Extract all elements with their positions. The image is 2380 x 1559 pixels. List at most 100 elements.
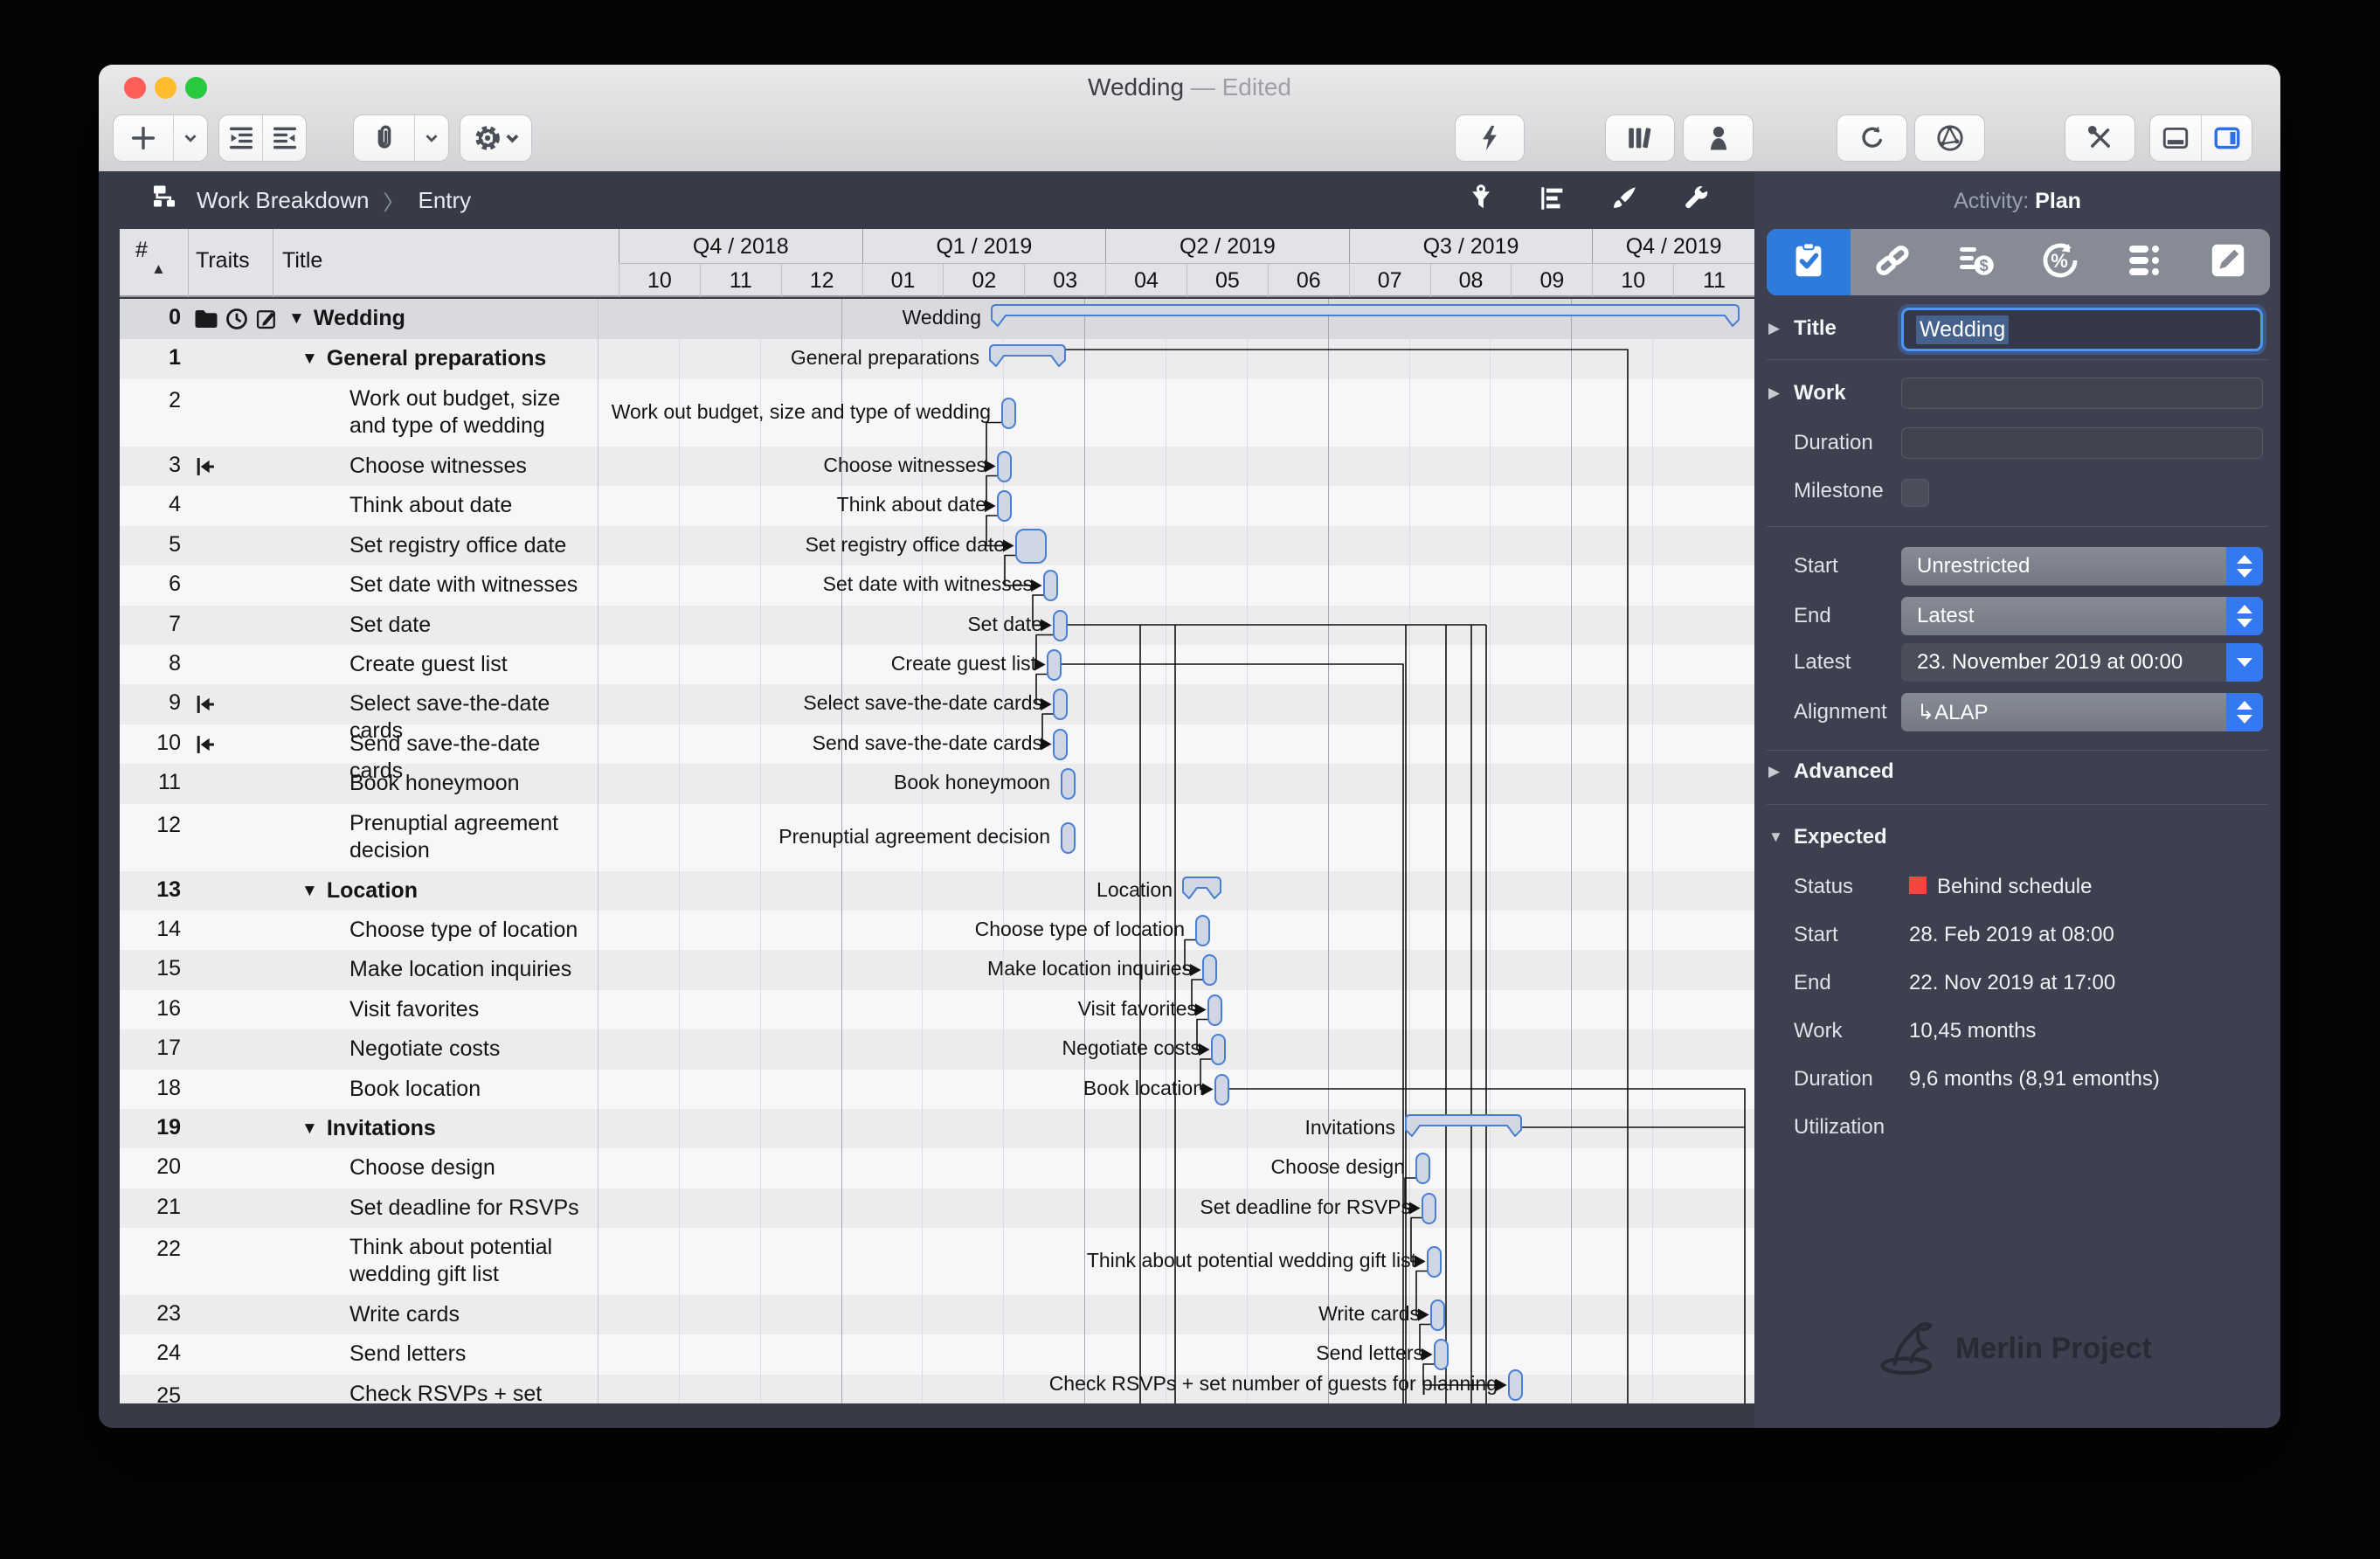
disclosure-triangle[interactable]: ▶ [1768,320,1780,337]
task-title[interactable]: Choose type of location [349,917,592,944]
gantt-bar[interactable] [1001,398,1016,429]
breadcrumb[interactable]: Work Breakdown 〉 Entry [151,171,471,229]
outdent-button[interactable] [262,115,306,161]
chevron-down-button[interactable] [414,115,448,161]
breadcrumb-mode[interactable]: Entry [419,187,472,214]
work-input[interactable] [1901,378,2263,409]
task-title[interactable]: ▼Wedding [288,305,592,334]
milestone-checkbox[interactable] [1901,479,1929,507]
breadcrumb-view[interactable]: Work Breakdown [197,187,370,214]
attachments-tab[interactable] [2102,229,2186,295]
progress-tab[interactable]: % [2018,229,2102,295]
dependencies-tab[interactable] [1851,229,1934,295]
column-header-number[interactable]: # [135,238,148,263]
end-dropdown[interactable]: Latest [1901,597,2263,635]
format-icon[interactable] [1538,184,1567,218]
style-brush-icon[interactable] [1609,184,1639,218]
gantt-bar[interactable] [997,490,1012,522]
task-title[interactable]: ▼General preparations [301,345,592,374]
lightning-button[interactable] [1456,115,1524,161]
month-header: 11 [700,263,781,297]
collapse-triangle-icon[interactable]: ▼ [301,882,318,900]
task-title[interactable]: Choose witnesses [349,453,592,480]
library-button[interactable] [1606,115,1674,161]
collapse-triangle-icon[interactable]: ▼ [288,309,305,328]
settings-wrench-icon[interactable] [1681,184,1711,218]
task-title[interactable]: Check RSVPs + set number of guests for p… [349,1381,592,1403]
panel-right-button[interactable] [2201,115,2252,161]
plus-button[interactable] [114,115,173,161]
gantt-bar[interactable] [1061,822,1076,854]
task-title[interactable]: Think about potential wedding gift list [349,1234,592,1288]
filter-icon[interactable] [1466,184,1496,218]
finance-tab[interactable]: $ [1934,229,2018,295]
start-dropdown[interactable]: Unrestricted [1901,547,2263,585]
indent-button[interactable] [219,115,262,161]
gantt-bar[interactable] [1047,649,1062,681]
task-title[interactable]: Prenuptial agreement decision [349,810,592,864]
gear-chevron-button[interactable] [460,115,531,161]
task-title[interactable]: Visit favorites [349,996,592,1023]
tools-button[interactable] [2065,115,2134,161]
duration-input[interactable] [1901,427,2263,459]
gantt-bar[interactable] [1207,994,1222,1026]
task-title[interactable]: Set deadline for RSVPs [349,1195,592,1222]
gantt-task-label: Book location [1083,1077,1204,1100]
gantt-bar[interactable] [1053,610,1068,641]
collapse-triangle-icon[interactable]: ▼ [301,350,318,368]
task-title[interactable]: Create guest list [349,651,592,678]
task-title[interactable]: Book honeymoon [349,770,592,797]
task-title[interactable]: Think about date [349,492,592,519]
gantt-bar[interactable] [1053,689,1068,720]
note-tab[interactable] [2186,229,2270,295]
task-title[interactable]: Choose design [349,1154,592,1181]
gantt-bar[interactable] [1195,915,1210,946]
paperclip-button[interactable] [354,115,414,161]
column-header-traits[interactable]: Traits [196,248,250,274]
task-title[interactable]: Set registry office date [349,532,592,559]
task-title[interactable]: ▼Location [301,877,592,906]
task-title[interactable]: Send letters [349,1341,592,1368]
gantt-bar[interactable] [1415,1153,1430,1184]
column-header-title[interactable]: Title [282,248,322,274]
title-input[interactable]: Wedding [1901,308,2263,351]
gantt-bar[interactable] [1430,1299,1445,1331]
task-title[interactable]: Book location [349,1076,592,1103]
section-advanced[interactable]: ▶ Advanced [1754,759,2280,791]
collapse-triangle-icon[interactable]: ▼ [301,1119,318,1138]
latest-date-picker[interactable]: 23. November 2019 at 00:00 [1901,643,2263,682]
field-milestone: Milestone [1754,479,2280,510]
section-expected[interactable]: ▼ Expected [1754,825,2280,856]
task-title[interactable]: Write cards [349,1301,592,1328]
expected-status: StatusBehind schedule [1754,875,2280,906]
alignment-dropdown[interactable]: ↳ALAP [1901,693,2263,731]
sync-button[interactable] [1837,115,1906,161]
person-button[interactable] [1684,115,1753,161]
gantt-bar[interactable] [997,451,1012,482]
chevron-down-button[interactable] [173,115,207,161]
network-button[interactable] [1915,115,1984,161]
info-tab[interactable] [1767,229,1851,295]
gantt-bar[interactable] [1422,1193,1436,1224]
gantt-bar[interactable] [1053,729,1068,760]
gantt-bar[interactable] [1202,954,1217,986]
task-title[interactable]: Work out budget, size and type of weddin… [349,385,592,440]
task-title[interactable]: Set date with witnesses [349,572,592,599]
task-title[interactable]: Make location inquiries [349,956,592,983]
task-title[interactable]: Set date [349,612,592,639]
disclosure-triangle[interactable]: ▶ [1768,385,1780,402]
gantt-bar[interactable] [1211,1034,1226,1065]
task-title[interactable]: Negotiate costs [349,1036,592,1063]
panel-bottom-button[interactable] [2150,115,2201,161]
project-folder-icon [193,308,219,335]
gantt-bar[interactable] [1061,768,1076,800]
gantt-bar[interactable] [1015,529,1047,564]
disclosure-triangle[interactable]: ▶ [1768,763,1780,780]
gantt-bar[interactable] [1508,1369,1523,1401]
gantt-bar[interactable] [1434,1339,1449,1370]
disclosure-triangle[interactable]: ▼ [1768,828,1783,846]
gantt-bar[interactable] [1427,1246,1442,1278]
task-title[interactable]: ▼Invitations [301,1115,592,1144]
gantt-bar[interactable] [1214,1074,1229,1105]
gantt-bar[interactable] [1043,570,1058,601]
